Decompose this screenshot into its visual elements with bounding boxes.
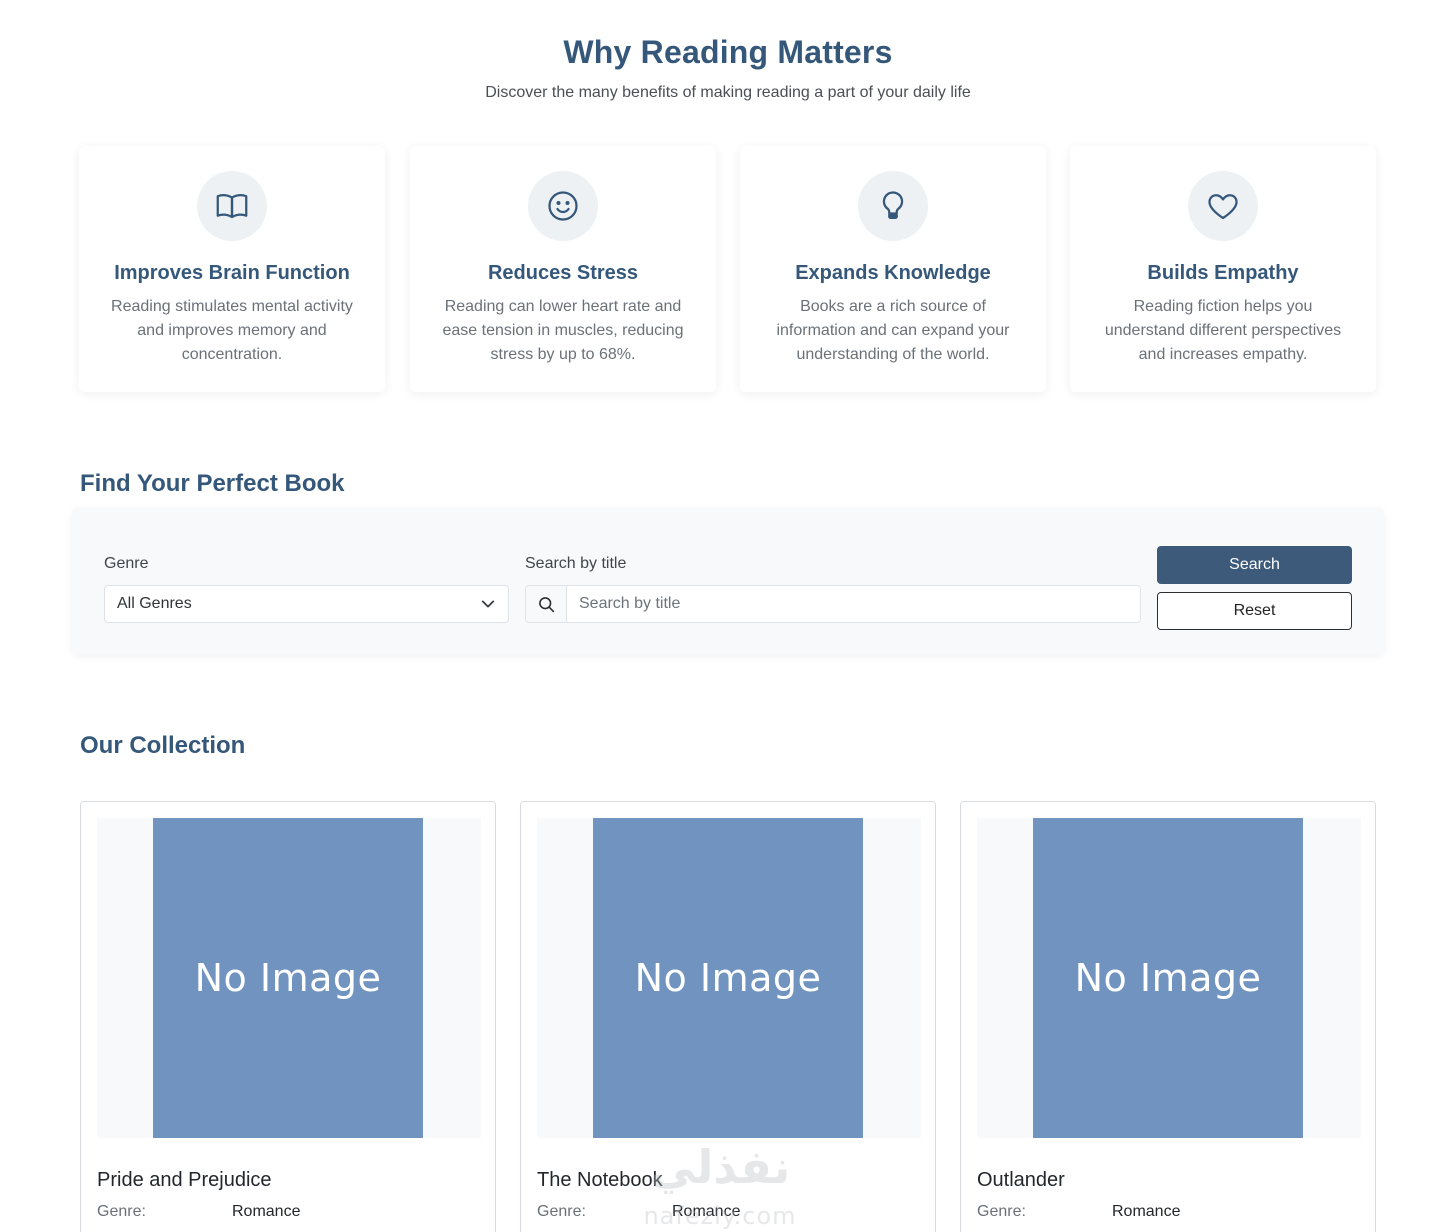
book-open-icon [197, 171, 267, 241]
book-title[interactable]: Pride and Prejudice [97, 1169, 272, 1192]
book-genre-label: Genre: [977, 1203, 1026, 1220]
search-button[interactable]: Search [1157, 546, 1352, 584]
heart-icon [1188, 171, 1258, 241]
benefits-subtitle: Discover the many benefits of making rea… [485, 84, 971, 101]
benefit-title: Builds Empathy [1147, 262, 1299, 284]
benefit-text: Reading stimulates mental activity and i… [111, 298, 353, 363]
benefit-title: Improves Brain Function [114, 262, 350, 284]
benefit-card-brain: Improves Brain Function Reading stimulat… [79, 146, 385, 392]
smile-icon [528, 171, 598, 241]
no-image-text: No Image [194, 956, 382, 1000]
benefit-text: Books are a rich source of information a… [776, 298, 1010, 363]
finder-title: Find Your Perfect Book [80, 470, 345, 497]
book-title[interactable]: The Notebook [537, 1169, 663, 1192]
reset-button[interactable]: Reset [1157, 592, 1352, 630]
benefit-title: Expands Knowledge [795, 262, 991, 284]
benefit-title: Reduces Stress [487, 262, 639, 284]
book-card[interactable]: No Image Outlander Genre: Romance [960, 801, 1376, 1232]
search-input[interactable] [567, 586, 1140, 622]
no-image-text: No Image [1074, 956, 1262, 1000]
no-image-text: No Image [634, 956, 822, 1000]
search-label: Search by title [525, 555, 627, 572]
benefits-title: Why Reading Matters [563, 34, 893, 70]
book-genre-label: Genre: [97, 1203, 146, 1220]
benefit-text: Reading can lower heart rate and ease te… [442, 298, 684, 363]
book-cover: No Image [97, 818, 481, 1138]
genre-select-value: All Genres [117, 595, 192, 612]
genre-label: Genre [104, 555, 149, 572]
no-image-placeholder: No Image [593, 818, 863, 1138]
book-genre-value: Romance [232, 1203, 301, 1220]
book-cover: No Image [977, 818, 1361, 1138]
filter-panel: Genre All Genres Search by title Search … [72, 508, 1384, 654]
search-group [525, 585, 1141, 623]
genre-select[interactable]: All Genres [104, 585, 509, 623]
benefit-card-knowledge: Expands Knowledge Books are a rich sourc… [740, 146, 1046, 392]
benefit-card-empathy: Builds Empathy Reading fiction helps you… [1070, 146, 1376, 392]
book-genre-label: Genre: [537, 1203, 586, 1220]
benefit-card-stress: Reduces Stress Reading can lower heart r… [410, 146, 716, 392]
book-cover: No Image [537, 818, 921, 1138]
book-genre-value: Romance [1112, 1203, 1181, 1220]
collection-title: Our Collection [80, 732, 246, 759]
no-image-placeholder: No Image [1033, 818, 1303, 1138]
page: Why Reading Matters Discover the many be… [0, 0, 1433, 1232]
book-title[interactable]: Outlander [977, 1169, 1065, 1192]
chevron-down-icon [468, 586, 508, 622]
no-image-placeholder: No Image [153, 818, 423, 1138]
book-card[interactable]: No Image Pride and Prejudice Genre: Roma… [80, 801, 496, 1232]
book-card[interactable]: No Image The Notebook Genre: Romance [520, 801, 936, 1232]
search-icon [526, 586, 567, 622]
benefit-text: Reading fiction helps you understand dif… [1104, 298, 1342, 363]
book-genre-value: Romance [672, 1203, 741, 1220]
lightbulb-icon [858, 171, 928, 241]
